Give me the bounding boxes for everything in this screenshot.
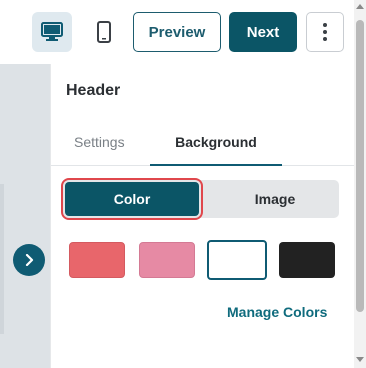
tab-settings[interactable]: Settings [74,134,125,166]
color-swatch-coral[interactable] [69,242,125,278]
panel-tabs: Settings Background [51,126,355,166]
canvas-preview-strip [0,64,50,368]
color-swatch-white-selected[interactable] [207,240,267,280]
more-vertical-icon [323,23,327,41]
preview-button[interactable]: Preview [133,12,221,52]
mobile-view-button[interactable] [84,12,124,52]
toolbar: Preview Next [0,0,366,64]
next-button[interactable]: Next [229,12,297,52]
color-option-button[interactable]: Color [61,178,203,220]
chevron-right-icon [25,254,34,266]
scrollbar[interactable] [354,0,366,368]
scroll-up-arrow-icon[interactable] [356,4,364,9]
manage-colors-link[interactable]: Manage Colors [227,304,327,320]
desktop-view-button[interactable] [32,12,72,52]
image-option-button[interactable]: Image [213,182,337,216]
tab-background[interactable]: Background [150,134,282,166]
scroll-down-arrow-icon[interactable] [356,357,364,362]
color-swatch-pink[interactable] [139,242,195,278]
mobile-icon [97,21,111,43]
desktop-icon [41,22,63,41]
fill-type-toggle: Color Image [61,178,339,220]
header-settings-panel: Header Settings Background Color Image M… [50,64,355,368]
scroll-thumb[interactable] [356,20,364,312]
more-options-button[interactable] [306,12,344,52]
expand-panel-button[interactable] [13,244,45,276]
canvas-edge [0,184,4,334]
color-swatch-black[interactable] [279,242,335,278]
panel-title: Header [66,82,121,99]
